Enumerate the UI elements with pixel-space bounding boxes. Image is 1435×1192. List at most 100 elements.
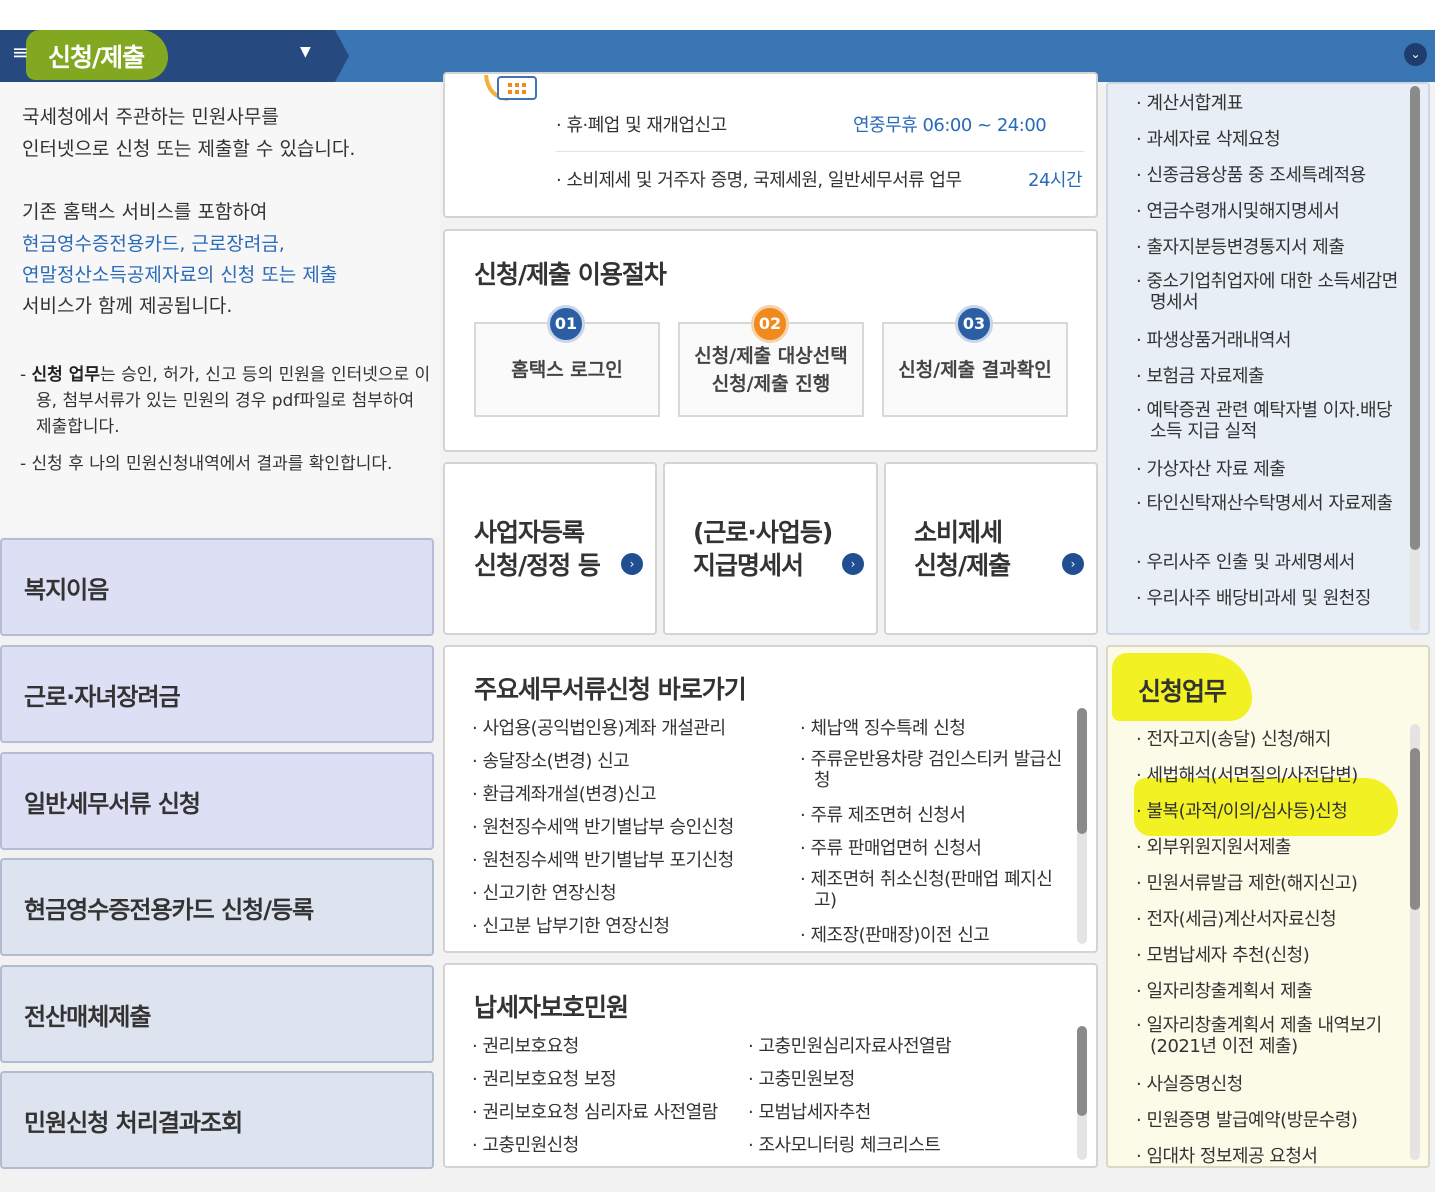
scrollbar-thumb[interactable] xyxy=(1410,748,1420,910)
application-link[interactable]: · 불복(과적/이의/심사등)신청 xyxy=(1136,797,1348,823)
application-link[interactable]: · 세법해석(서면질의/사전답변) xyxy=(1136,761,1358,787)
shortcut-link[interactable]: · 원천징수세액 반기별납부 승인신청 xyxy=(472,813,734,839)
application-link[interactable]: · 사실증명신청 xyxy=(1136,1070,1243,1096)
submission-link[interactable]: · 보험금 자료제출 xyxy=(1136,362,1265,388)
calendar-icon xyxy=(484,75,538,101)
protection-title: 납세자보호민원 xyxy=(474,993,629,1022)
card-line: (근로·사업등) xyxy=(693,518,833,547)
application-link[interactable]: · 일자리창출계획서 제출 내역보기(2021년 이전 제출) xyxy=(1136,1015,1410,1057)
card-line: 신청/제출 xyxy=(914,551,1011,580)
service-hours-panel xyxy=(443,72,1098,218)
service-hours-time: 연중무휴 06:00 ~ 24:00 xyxy=(853,115,1047,136)
protection-link[interactable]: · 조사모니터링 체크리스트 xyxy=(748,1131,941,1157)
chevron-down-icon[interactable]: ▼ xyxy=(300,44,311,60)
note-bold: 신청 업무 xyxy=(31,365,101,385)
shortcut-link[interactable]: · 주류 제조면허 신청서 xyxy=(800,801,966,827)
intro-line: 서비스가 함께 제공됩니다. xyxy=(22,295,233,317)
shortcut-link[interactable]: · 주류 판매업면허 신청서 xyxy=(800,834,982,860)
service-hours-label: · 휴·폐업 및 재개업신고 xyxy=(556,115,727,136)
shortcut-link[interactable]: · 제조면허 취소신청(판매업 폐지신고) xyxy=(800,869,1068,911)
shortcut-link[interactable]: · 주류운반용차량 검인스티커 발급신청 xyxy=(800,749,1065,791)
left-menu-incentive[interactable]: 근로·자녀장려금 xyxy=(0,645,434,743)
application-title: 신청업무 xyxy=(1138,677,1227,706)
application-link[interactable]: · 전자고지(송달) 신청/해지 xyxy=(1136,725,1331,751)
collapse-icon[interactable]: ⌄ xyxy=(1404,43,1427,66)
shortcut-link[interactable]: · 신고기한 연장신청 xyxy=(472,879,617,905)
step-label: 신청/제출 대상선택 xyxy=(694,344,848,367)
step-label: 홈택스 로그인 xyxy=(511,358,623,381)
left-menu-cash-receipt-card[interactable]: 현금영수증전용카드 신청/등록 xyxy=(0,858,434,956)
protection-link[interactable]: · 권리보호요청 심리자료 사전열람 xyxy=(472,1098,718,1124)
step-number-badge: 01 xyxy=(547,305,585,343)
submission-link[interactable]: · 가상자산 자료 제출 xyxy=(1136,455,1286,481)
intro-line: 기존 홈택스 서비스를 포함하여 xyxy=(22,201,268,223)
left-menu-electronic-media[interactable]: 전산매체제출 xyxy=(0,965,434,1063)
protection-link[interactable]: · 고충민원심리자료사전열람 xyxy=(748,1032,952,1058)
application-link[interactable]: · 민원증명 발급예약(방문수령) xyxy=(1136,1106,1358,1132)
arrow-right-icon[interactable]: › xyxy=(621,553,643,575)
card-label: 소비제세신청/제출 xyxy=(914,516,1011,582)
shortcuts-title: 주요세무서류신청 바로가기 xyxy=(474,675,747,704)
card-line: 지급명세서 xyxy=(693,551,804,580)
application-link[interactable]: · 전자(세금)계산서자료신청 xyxy=(1136,905,1337,931)
intro-note: - 신청 후 나의 민원신청내역에서 결과를 확인합니다. xyxy=(20,454,393,474)
submission-link[interactable]: · 타인신탁재산수탁명세서 자료제출 xyxy=(1136,493,1406,514)
submission-link[interactable]: · 파생상품거래내역서 xyxy=(1136,326,1291,352)
protection-link[interactable]: · 모범납세자추천 xyxy=(748,1098,871,1124)
card-line: 사업자등록 xyxy=(474,518,585,547)
service-hours-time: 24시간 xyxy=(1028,170,1083,191)
submission-link[interactable]: · 출자지분등변경통지서 제출 xyxy=(1136,233,1345,259)
submission-link[interactable]: · 우리사주 배당비과세 및 원천징 xyxy=(1136,584,1404,610)
shortcut-link[interactable]: · 원천징수세액 반기별납부 포기신청 xyxy=(472,846,734,872)
arrow-right-icon[interactable]: › xyxy=(1062,553,1084,575)
left-menu-welfare[interactable]: 복지이음 xyxy=(0,538,434,636)
submission-link[interactable]: · 계산서합계표 xyxy=(1136,89,1243,115)
intro-note: - 신청 업무는 승인, 허가, 신고 등의 민원을 인터넷으로 이용, 첨부서… xyxy=(20,365,431,437)
divider xyxy=(556,151,1084,152)
application-link[interactable]: · 민원서류발급 제한(해지신고) xyxy=(1136,869,1358,895)
hamburger-icon[interactable]: ≡ xyxy=(12,42,29,63)
application-link[interactable]: · 일자리창출계획서 제출 xyxy=(1136,977,1313,1003)
scrollbar-thumb[interactable] xyxy=(1410,86,1420,550)
submission-link[interactable]: · 예탁증권 관련 예탁자별 이자.배당소득 지급 실적 xyxy=(1136,400,1406,442)
step-label: 신청/제출 진행 xyxy=(711,372,831,395)
step-number-badge: 02 xyxy=(751,305,789,343)
shortcut-link[interactable]: · 제조장(판매장)이전 신고 xyxy=(800,921,990,947)
protection-link[interactable]: · 권리보호요청 xyxy=(472,1032,579,1058)
application-link[interactable]: · 모범납세자 추천(신청) xyxy=(1136,941,1310,967)
submission-link[interactable]: · 연금수령개시및해지명세서 xyxy=(1136,197,1340,223)
shortcut-link[interactable]: · 사업용(공익법인용)계좌 개설관리 xyxy=(472,714,726,740)
shortcut-link[interactable]: · 환급계좌개설(변경)신고 xyxy=(472,780,657,806)
shortcut-link[interactable]: · 송달장소(변경) 신고 xyxy=(472,747,630,773)
left-menu-general-tax-docs[interactable]: 일반세무서류 신청 xyxy=(0,752,434,850)
top-strip xyxy=(0,0,1435,30)
submission-link[interactable]: · 우리사주 인출 및 과세명세서 xyxy=(1136,548,1355,574)
application-link[interactable]: · 외부위원지원서제출 xyxy=(1136,833,1291,859)
page-title: 신청/제출 xyxy=(48,43,145,72)
shortcut-link[interactable]: · 체납액 징수특례 신청 xyxy=(800,714,966,740)
intro-line: 인터넷으로 신청 또는 제출할 수 있습니다. xyxy=(22,138,356,160)
card-line: 소비제세 xyxy=(914,518,1003,547)
card-line: 신청/정정 등 xyxy=(474,551,601,580)
card-label: 사업자등록신청/정정 등 xyxy=(474,516,601,582)
intro-link[interactable]: 현금영수증전용카드, 근로장려금, xyxy=(22,229,285,260)
arrow-right-icon[interactable]: › xyxy=(842,553,864,575)
application-link[interactable]: · 임대차 정보제공 요청서 xyxy=(1136,1142,1318,1168)
left-menu-result-inquiry[interactable]: 민원신청 처리결과조회 xyxy=(0,1071,434,1169)
protection-link[interactable]: · 고충민원보정 xyxy=(748,1065,855,1091)
scrollbar-thumb[interactable] xyxy=(1077,708,1087,834)
step-number-badge: 03 xyxy=(955,305,993,343)
intro-link[interactable]: 연말정산소득공제자료의 신청 또는 제출 xyxy=(22,260,337,291)
card-label: (근로·사업등) 지급명세서 xyxy=(693,516,833,582)
service-hours-label: · 소비제세 및 거주자 증명, 국제세원, 일반세무서류 업무 xyxy=(556,170,962,191)
submission-link[interactable]: · 중소기업취업자에 대한 소득세감면명세서 xyxy=(1136,271,1406,313)
step-label: 신청/제출 결과확인 xyxy=(898,358,1052,381)
shortcut-link[interactable]: · 신고분 납부기한 연장신청 xyxy=(472,912,670,938)
protection-link[interactable]: · 권리보호요청 보정 xyxy=(472,1065,617,1091)
scrollbar-thumb[interactable] xyxy=(1077,1026,1087,1116)
header-arrow-shape xyxy=(335,30,349,82)
protection-link[interactable]: · 고충민원신청 xyxy=(472,1131,579,1157)
submission-link[interactable]: · 신종금융상품 중 조세특례적용 xyxy=(1136,161,1366,187)
procedure-title: 신청/제출 이용절차 xyxy=(474,260,667,289)
submission-link[interactable]: · 과세자료 삭제요청 xyxy=(1136,125,1281,151)
